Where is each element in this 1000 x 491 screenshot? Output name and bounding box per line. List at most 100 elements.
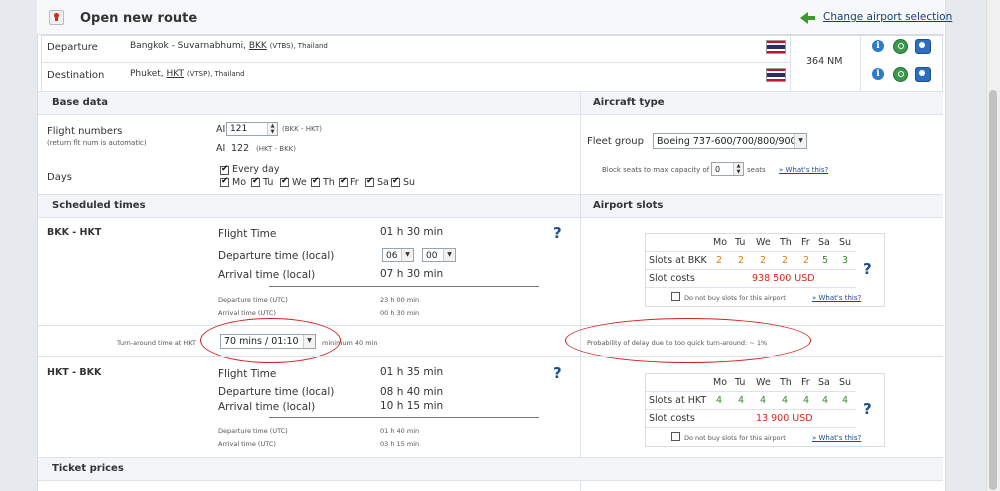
departure-city: Bangkok - Suvarnabhumi, [130,41,246,51]
slot-value: 2 [760,255,767,266]
ret-arr-local-label: Arrival time (local) [218,401,316,413]
help-icon[interactable]: ? [553,364,562,382]
slot-value: 4 [760,395,767,406]
turnaround-divider-top [38,325,943,326]
day-label-fr: Fr [350,177,359,188]
slot-value: 2 [716,255,723,266]
out-arr-local-label: Arrival time (local) [218,269,316,281]
slot-costs-value: 13 900 USD [756,413,813,424]
slot-day-header: Tu [735,377,746,388]
ret-flight-time-label: Flight Time [218,368,277,380]
slot-row-divider [646,409,856,410]
flight-number-input[interactable]: 121 ▲ ▼ [226,122,278,136]
clock-icon[interactable] [915,39,931,54]
day-label-we: We [292,177,307,188]
slot-day-header: Su [839,237,852,248]
whats-this-link[interactable]: » What's this? [779,166,828,174]
turnaround-label: Turn-around time at HKT [117,339,197,347]
scrollbar-thumb[interactable] [989,90,997,490]
slot-value: 4 [803,395,810,406]
slot-row-divider [646,251,856,252]
scheduled-times-title: Scheduled times [52,200,146,211]
ret-arr-utc-value: 03 h 15 min [380,440,420,448]
out-dep-local-label: Departure time (local) [218,250,335,262]
slot-day-header: We [756,377,771,388]
dep-minute-select[interactable]: 00 ▼ [422,248,456,262]
departure-code-link[interactable]: BKK [249,41,267,51]
day-checkbox-fr[interactable] [339,176,348,187]
flight-numbers-note: (return flt num is automatic) [47,139,147,147]
slot-day-header: Fr [801,377,810,388]
slot-day-header: Su [839,377,852,388]
ticket-prices-title: Ticket prices [52,463,124,474]
fleet-group-select[interactable]: Boeing 737-600/700/800/900 ▼ [653,133,807,149]
ret-flight-time-value: 01 h 35 min [380,366,444,378]
whats-this-link[interactable]: » What's this? [812,434,861,442]
info-icon[interactable]: i [872,68,884,80]
outbound-route-title: BKK - HKT [47,227,102,238]
day-label-th: Th [323,177,335,188]
day-checkbox-th[interactable] [311,176,320,187]
departure-airport: Bangkok - Suvarnabhumi, BKK (VTBS), Thai… [130,41,328,51]
return-airline-code: AI [216,143,226,154]
column-divider [580,91,581,491]
slot-day-header: Tu [735,237,746,248]
out-dep-utc-label: Departure time (UTC) [218,296,288,304]
day-checkbox-su[interactable] [391,176,400,187]
slot-row-divider [646,269,856,270]
every-day-checkbox[interactable] [220,164,229,175]
airline-code: AI [216,124,226,135]
slot-day-header: Th [780,237,792,248]
help-icon[interactable]: ? [863,260,872,278]
no-buy-slots-label: Do not buy slots for this airport [684,294,786,302]
ret-dep-utc-value: 01 h 40 min [380,427,420,435]
day-label-tu: Tu [263,177,274,188]
flight-route: (BKK - HKT) [282,125,323,133]
search-icon[interactable] [893,39,908,54]
outbound-timeline [269,286,539,287]
departure-icao: (VTBS), Thailand [269,42,328,50]
destination-code-link[interactable]: HKT [167,69,184,79]
destination-icao: (VTSP), Thailand [186,70,245,78]
slot-value: 3 [842,255,849,266]
slot-value: 5 [822,255,829,266]
slots-hkt-label: Slots at HKT [649,395,707,406]
day-checkbox-sa[interactable] [365,176,374,187]
day-checkbox-tu[interactable] [251,176,260,187]
back-arrow-shaft-icon [807,16,815,20]
slot-row-divider [646,287,856,288]
day-label-su: Su [403,177,416,188]
day-label-mo: Mo [232,177,247,188]
days-label: Days [47,172,72,183]
block-seats-input[interactable]: 0 ▲ ▼ [711,162,744,176]
return-timeline [269,417,539,418]
ret-arr-utc-label: Arrival time (UTC) [218,440,276,448]
change-airport-link[interactable]: Change airport selection [823,11,952,23]
no-buy-slots-checkbox[interactable] [671,292,680,301]
slot-value: 4 [842,395,849,406]
slot-value: 4 [782,395,789,406]
flight-numbers-label: Flight numbers [47,126,123,137]
day-checkbox-mo[interactable] [220,176,229,187]
no-buy-slots-checkbox[interactable] [671,432,680,441]
help-icon[interactable]: ? [863,400,872,418]
day-checkbox-we[interactable] [280,176,289,187]
search-icon[interactable] [893,67,908,82]
whats-this-link[interactable]: » What's this? [812,294,861,302]
every-day-label: Every day [232,164,280,175]
out-arr-utc-value: 00 h 30 min [380,309,420,317]
help-icon[interactable]: ? [553,224,562,242]
departure-label: Departure [47,42,98,53]
destination-city: Phuket, [130,69,164,79]
info-icon[interactable]: i [872,40,884,52]
ticket-prices-header [38,457,943,481]
route-icons-divider [860,36,861,91]
out-arr-local-value: 07 h 30 min [380,268,444,280]
slot-costs-value: 938 500 USD [752,273,815,284]
return-route-title: HKT - BKK [47,367,102,378]
slot-value: 2 [803,255,810,266]
clock-icon[interactable] [915,67,931,82]
return-route: (HKT - BKK) [256,145,297,153]
dep-hour-select[interactable]: 06 ▼ [382,248,414,262]
slot-day-header: Sa [818,237,830,248]
